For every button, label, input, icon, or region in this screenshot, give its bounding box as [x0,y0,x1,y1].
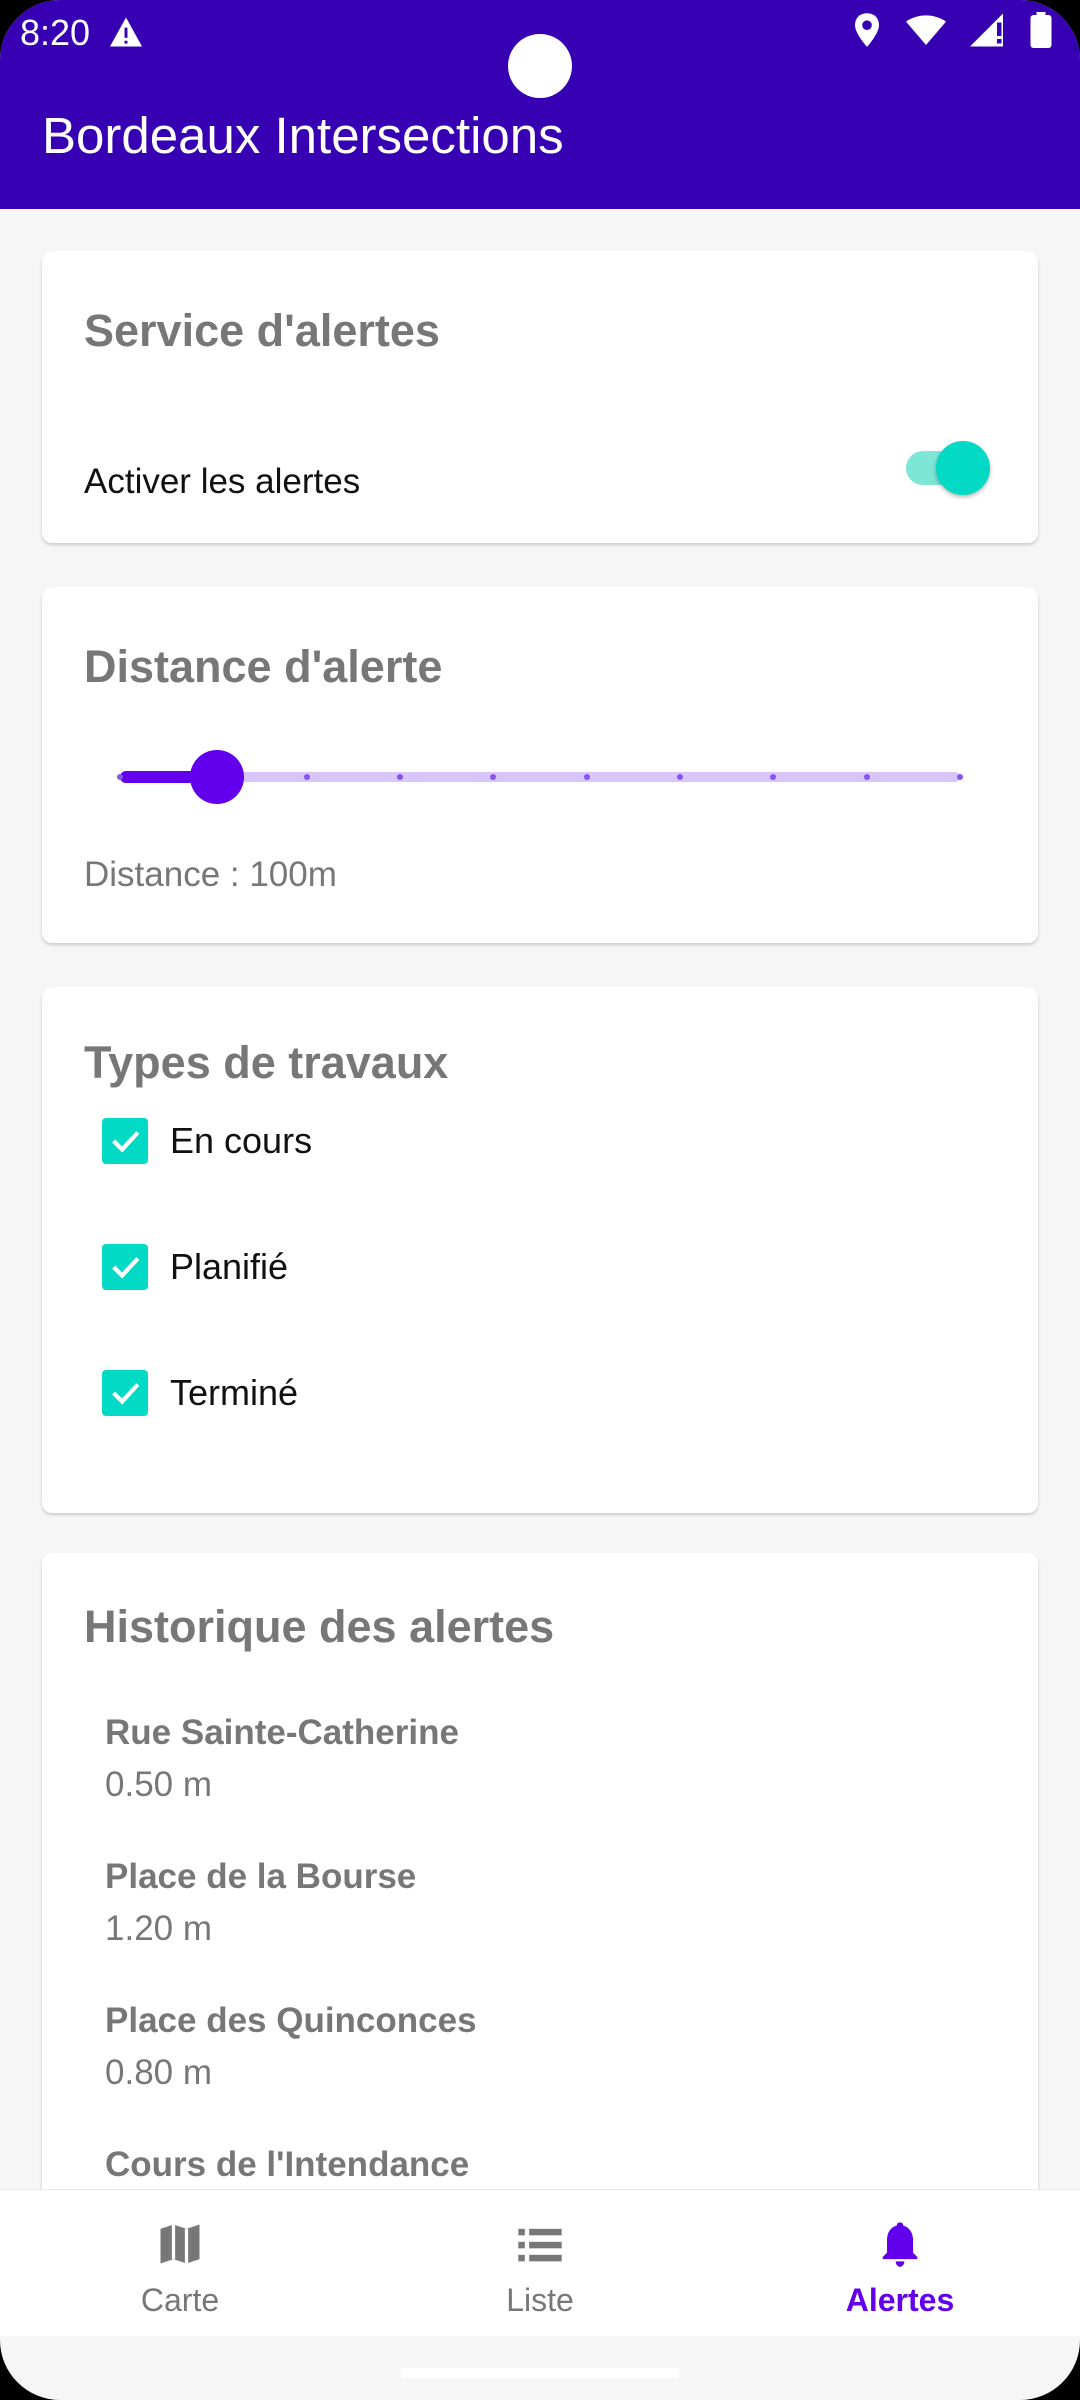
slider-tick [117,774,123,780]
work-types-card: Types de travaux En cours Planifié Termi… [42,987,1038,1513]
checkbox-termine[interactable]: Terminé [102,1363,298,1423]
gesture-handle[interactable] [400,2368,680,2378]
app-screen: 8:20 Bordeaux Intersections Service d'al… [0,0,1080,2400]
alert-distance-card: Distance d'alerte Distance : 100m [42,587,1038,943]
status-time: 8:20 [20,12,91,53]
slider-tick [397,774,403,780]
settings-content[interactable]: Service d'alertes Activer les alertes Di… [0,209,1080,2189]
history-item-distance: 1.20 m [105,1909,212,1948]
app-title: Bordeaux Intersections [42,107,564,164]
nav-label: Carte [140,2282,220,2318]
slider-tick [677,774,683,780]
history-item[interactable]: Place des Quinconces 0.80 m [105,2001,477,2093]
history-item-name: Place de la Bourse [105,1857,417,1896]
signal-icon [970,13,1003,47]
battery-icon [1030,12,1052,48]
location-icon [855,13,879,47]
status-bar: 8:20 [0,0,1080,98]
history-item-distance: 0.50 m [105,1765,212,1804]
app-bar: 8:20 Bordeaux Intersections [0,0,1080,209]
slider-tick [303,774,310,780]
history-item-distance: 0.80 m [105,2053,212,2092]
list-icon [518,2228,562,2262]
work-types-title: Types de travaux [84,1037,449,1088]
slider-tick [957,774,963,780]
nav-item-alertes[interactable]: Alertes [720,2190,1080,2336]
nav-label: Alertes [845,2282,955,2318]
slider-track [120,772,960,782]
enable-alerts-label: Activer les alertes [84,462,361,501]
map-icon [160,2224,200,2264]
slider-thumb[interactable] [190,750,244,804]
checkbox-planifie[interactable]: Planifié [102,1237,288,1297]
checkbox-checked-icon[interactable] [102,1370,148,1416]
distance-slider[interactable] [117,747,963,807]
camera-cutout [508,34,572,98]
distance-value-label: Distance : 100m [84,855,337,894]
checkbox-label: En cours [170,1120,313,1161]
slider-tick [863,774,870,780]
checkbox-en-cours[interactable]: En cours [102,1111,312,1171]
status-icons [852,12,1052,48]
checkbox-checked-icon[interactable] [102,1118,148,1164]
bottom-navigation: Carte Liste Alertes [0,2189,1080,2336]
nav-item-carte[interactable]: Carte [0,2190,360,2336]
checkbox-label: Planifié [170,1246,289,1287]
history-item[interactable]: Place de la Bourse 1.20 m [105,1857,416,1949]
alert-distance-title: Distance d'alerte [84,641,443,692]
history-item-name: Place des Quinconces [105,2001,477,2040]
history-item[interactable]: Cours de l'Intendance [105,2145,469,2189]
checkbox-checked-icon[interactable] [102,1244,148,1290]
switch-thumb [936,441,990,495]
nav-label: Liste [506,2282,574,2318]
history-item-name: Rue Sainte-Catherine [105,1713,459,1752]
slider-tick [583,774,590,780]
history-card: Historique des alertes Rue Sainte-Cather… [42,1553,1038,2189]
warning-icon [110,17,142,47]
nav-item-liste[interactable]: Liste [360,2190,720,2336]
history-item[interactable]: Rue Sainte-Catherine 0.50 m [105,1713,459,1805]
wifi-icon [906,15,946,45]
alert-service-title: Service d'alertes [84,305,440,356]
history-title: Historique des alertes [84,1601,555,1652]
history-item-name: Cours de l'Intendance [105,2145,470,2184]
alert-service-card: Service d'alertes Activer les alertes [42,251,1038,543]
bell-icon [882,2222,918,2267]
checkbox-label: Terminé [170,1372,299,1413]
